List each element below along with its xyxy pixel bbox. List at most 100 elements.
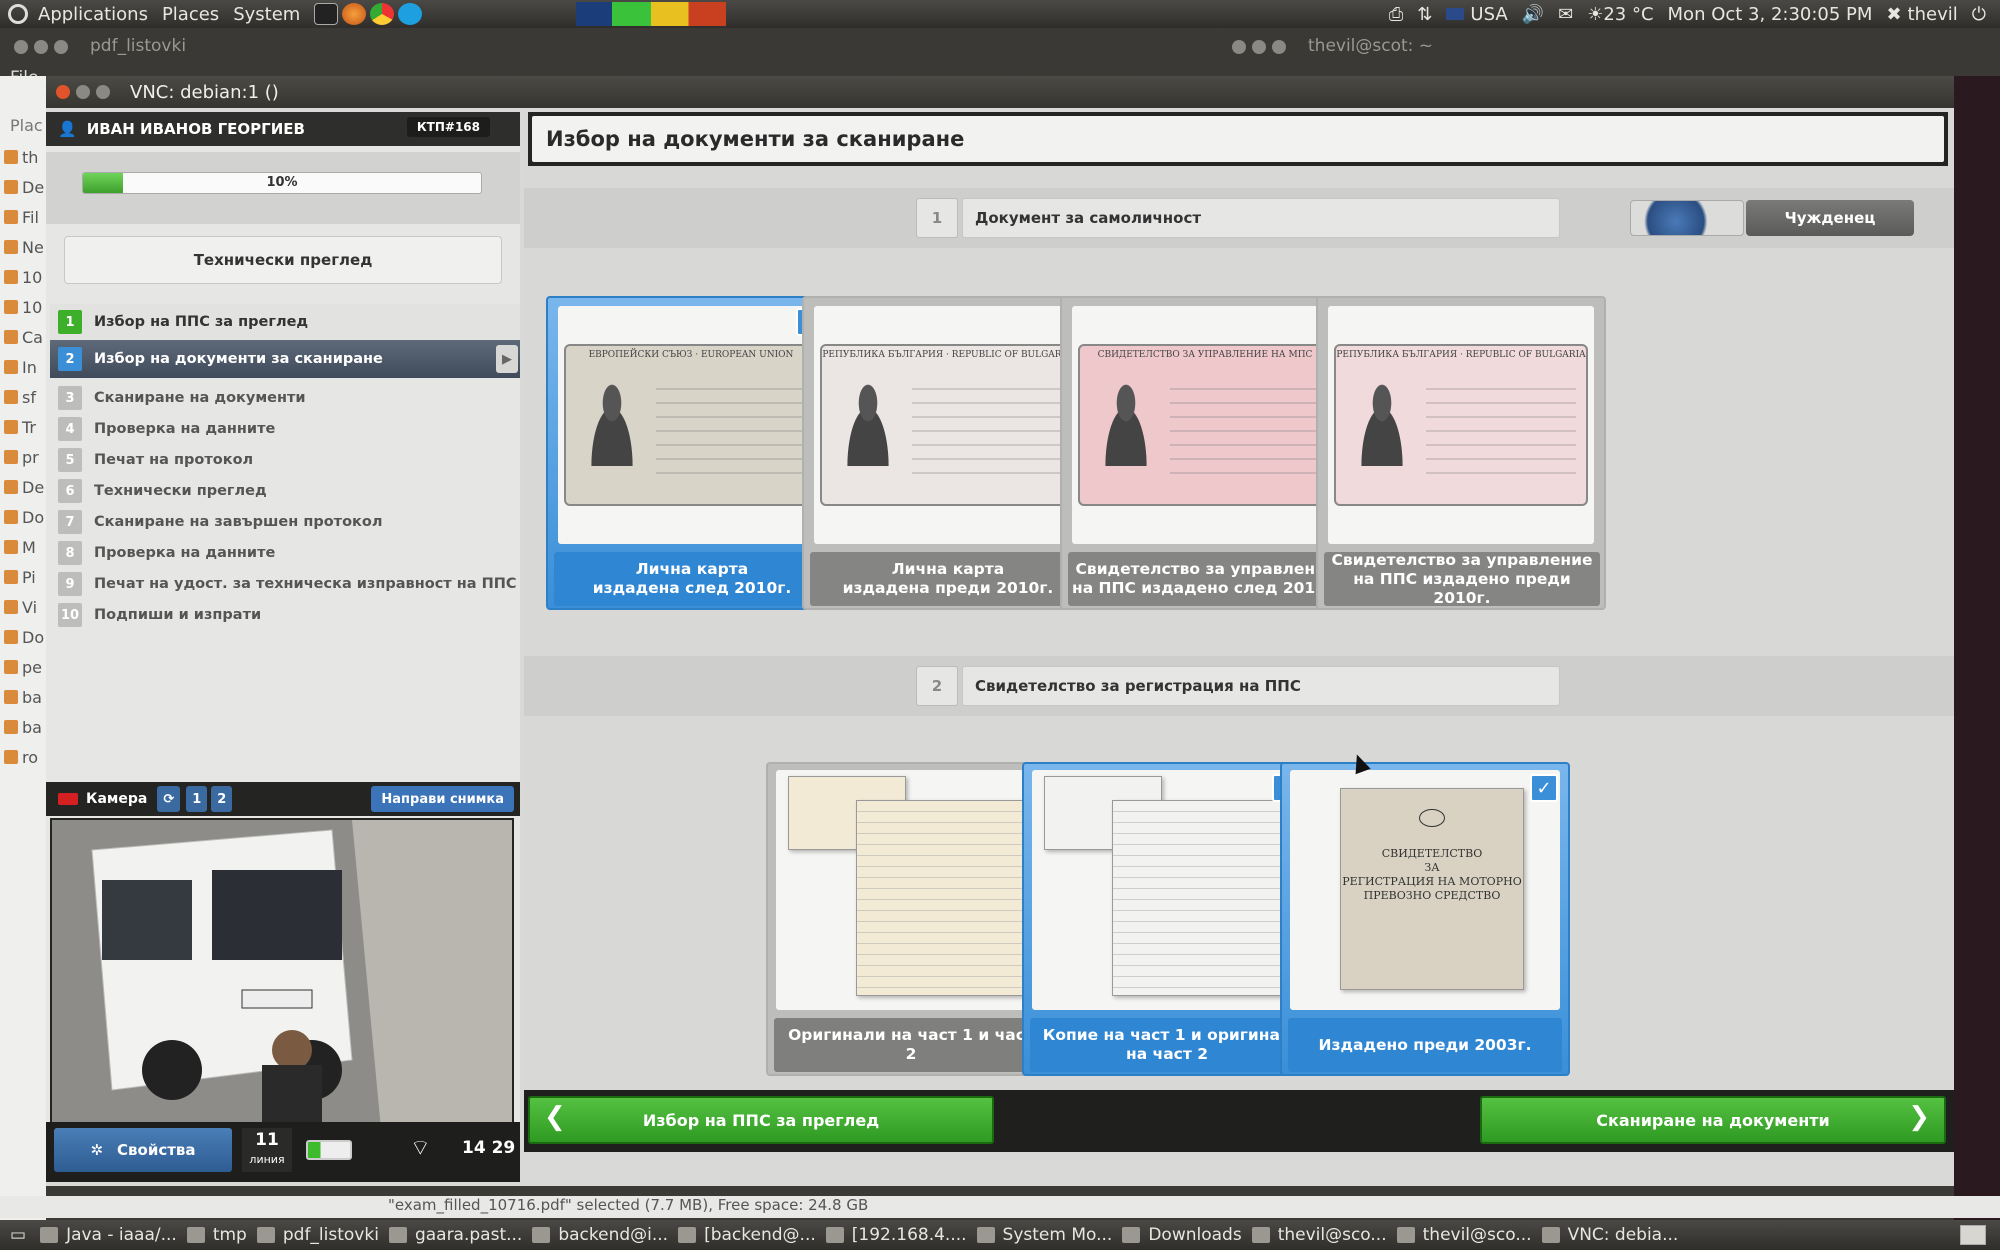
document-text-lines — [1170, 376, 1320, 486]
folder-icon — [4, 210, 18, 224]
navigation-bar: ❮ Избор на ППС за преглед Сканиране на д… — [524, 1090, 1954, 1152]
workflow-step[interactable]: 1 Избор на ППС за преглед — [50, 304, 520, 340]
weather-indicator[interactable]: ☀ 23 °C — [1587, 4, 1653, 25]
snapshot-button[interactable]: Направи снимка — [371, 786, 514, 812]
menu-applications[interactable]: Applications — [38, 4, 148, 25]
taskbar-window-button[interactable]: pdf_listovki — [256, 1225, 379, 1245]
technical-inspection-button[interactable]: Технически преглед — [64, 236, 502, 284]
sidebar-place-item[interactable]: sf — [0, 382, 46, 412]
minimize-icon[interactable] — [1252, 40, 1266, 54]
menu-system[interactable]: System — [233, 4, 300, 25]
sidebar-place-item[interactable]: Fil — [0, 202, 46, 232]
registration-document-card[interactable]: ✓Копие на част 1 и оригинал на част 2 — [1022, 762, 1312, 1076]
close-icon[interactable] — [14, 40, 28, 54]
taskbar-window-button[interactable]: [backend@... — [678, 1225, 816, 1245]
taskbar-window-button[interactable]: backend@i... — [532, 1225, 668, 1245]
sidebar-place-item[interactable]: Ca — [0, 322, 46, 352]
power-icon[interactable]: ⏻ — [1972, 4, 1986, 25]
workflow-step[interactable]: 2 Избор на документи за сканиране ▶ — [50, 340, 520, 378]
ubuntu-logo-icon[interactable] — [8, 4, 28, 24]
checkbox-checked-icon[interactable]: ✓ — [1530, 774, 1558, 802]
sidebar-place-item[interactable]: 10 — [0, 292, 46, 322]
back-button[interactable]: ❮ Избор на ППС за преглед — [528, 1096, 994, 1144]
background-window-terminal[interactable]: thevil@scot: ~ — [1222, 28, 2000, 76]
workflow-step[interactable]: 10 Подпиши и изпрати — [50, 597, 520, 633]
sidebar-place-item[interactable]: ro — [0, 742, 46, 772]
id-document-card[interactable]: СВИДЕТЕЛСТВО ЗА УПРАВЛЕНИЕ НА МПС Свидете… — [1060, 296, 1350, 610]
next-button[interactable]: Сканиране на документи ❯ — [1480, 1096, 1946, 1144]
background-window-pdf[interactable]: pdf_listovki — [0, 28, 1220, 76]
refresh-icon[interactable]: ⟳ — [157, 786, 181, 812]
maximize-icon[interactable] — [96, 85, 110, 99]
sidebar-place-item[interactable]: M — [0, 532, 46, 562]
sidebar-place-item[interactable]: Do — [0, 622, 46, 652]
taskbar-window-button[interactable]: [192.168.4.... — [825, 1225, 967, 1245]
portrait-silhouette — [580, 376, 644, 466]
place-label: ba — [22, 717, 42, 737]
sidebar-place-item[interactable]: Vi — [0, 592, 46, 622]
folder-icon — [4, 450, 18, 464]
document-preview: СВИДЕТЕЛСТВО ЗА УПРАВЛЕНИЕ НА МПС — [1072, 306, 1338, 544]
taskbar-window-label: [backend@... — [704, 1225, 816, 1245]
id-document-card[interactable]: ЕВРОПЕЙСКИ СЪЮЗ · EUROPEAN UNION✓Лична к… — [546, 296, 836, 610]
globe-icon[interactable] — [1630, 200, 1744, 236]
maximize-icon[interactable] — [1272, 40, 1286, 54]
taskbar-window-button[interactable]: VNC: debia... — [1541, 1225, 1678, 1245]
show-desktop-icon[interactable]: ▭ — [10, 1225, 26, 1245]
camera-2-button[interactable]: 2 — [211, 786, 233, 812]
taskbar-window-button[interactable]: Java - iaaa/... — [40, 1225, 177, 1245]
firefox-launcher-icon[interactable] — [342, 3, 367, 25]
id-document-card[interactable]: РЕПУБЛИКА БЪЛГАРИЯ · REPUBLIC OF BULGARI… — [802, 296, 1092, 610]
sidebar-place-item[interactable]: pr — [0, 442, 46, 472]
taskbar-window-label: [192.168.4.... — [851, 1225, 967, 1245]
network-icon[interactable]: ⇅ — [1417, 4, 1432, 25]
folder-icon — [4, 180, 18, 194]
sidebar-place-item[interactable]: In — [0, 352, 46, 382]
battery-icon — [306, 1140, 352, 1160]
sidebar-place-item[interactable]: Do — [0, 502, 46, 532]
sidebar-place-item[interactable]: De — [0, 172, 46, 202]
registration-document-card[interactable]: СВИДЕТЕЛСТВО ЗА РЕГИСТРАЦИЯ НА МОТОРНО П… — [1280, 762, 1570, 1076]
terminal-launcher-icon[interactable] — [314, 3, 339, 25]
sidebar-place-item[interactable]: 10 — [0, 262, 46, 292]
sidebar-place-item[interactable]: pe — [0, 652, 46, 682]
printer-icon[interactable]: ⎙ — [1389, 4, 1403, 25]
sidebar-place-item[interactable]: Ne — [0, 232, 46, 262]
volume-icon[interactable]: 🔊 — [1522, 4, 1544, 25]
taskbar-window-button[interactable]: gaara.past... — [388, 1225, 522, 1245]
sidebar-place-item[interactable]: ba — [0, 712, 46, 742]
minimize-icon[interactable] — [34, 40, 48, 54]
trash-icon[interactable] — [1960, 1225, 1986, 1245]
registration-document-card[interactable]: Оригинали на част 1 и част 2 — [766, 762, 1056, 1076]
taskbar-window-button[interactable]: tmp — [186, 1225, 247, 1245]
taskbar-window-button[interactable]: thevil@sco... — [1396, 1225, 1532, 1245]
window-controls — [1232, 40, 1292, 54]
place-label: th — [22, 147, 39, 167]
minimize-icon[interactable] — [76, 85, 90, 99]
vnc-titlebar[interactable]: VNC: debian:1 () — [46, 76, 1954, 108]
clock-indicator[interactable]: Mon Oct 3, 2:30:05 PM — [1668, 4, 1873, 25]
sidebar-place-item[interactable]: th — [0, 142, 46, 172]
close-icon[interactable] — [1232, 40, 1246, 54]
sidebar-place-item[interactable]: De — [0, 472, 46, 502]
document-preview: РЕПУБЛИКА БЪЛГАРИЯ · REPUBLIC OF BULGARI… — [1328, 306, 1594, 544]
camera-1-button[interactable]: 1 — [186, 786, 208, 812]
foreigner-button[interactable]: Чужденец — [1746, 200, 1914, 236]
sidebar-place-item[interactable]: Pi — [0, 562, 46, 592]
taskbar-window-button[interactable]: Downloads — [1122, 1225, 1242, 1245]
taskbar-window-button[interactable]: System Mo... — [976, 1225, 1112, 1245]
step-number: 3 — [58, 386, 82, 410]
close-icon[interactable] — [56, 85, 70, 99]
sidebar-place-item[interactable]: ba — [0, 682, 46, 712]
menu-places[interactable]: Places — [162, 4, 219, 25]
skype-launcher-icon[interactable] — [398, 3, 423, 25]
user-menu[interactable]: ✖ thevil — [1886, 4, 1957, 25]
id-document-card[interactable]: РЕПУБЛИКА БЪЛГАРИЯ · REPUBLIC OF BULGARI… — [1316, 296, 1606, 610]
properties-button[interactable]: ✲ Свойства — [54, 1128, 232, 1172]
chrome-launcher-icon[interactable] — [370, 3, 395, 25]
keyboard-layout[interactable]: USA — [1446, 4, 1508, 25]
mail-icon[interactable]: ✉ — [1558, 4, 1573, 25]
taskbar-window-button[interactable]: thevil@sco... — [1251, 1225, 1387, 1245]
sidebar-place-item[interactable]: Tr — [0, 412, 46, 442]
maximize-icon[interactable] — [54, 40, 68, 54]
